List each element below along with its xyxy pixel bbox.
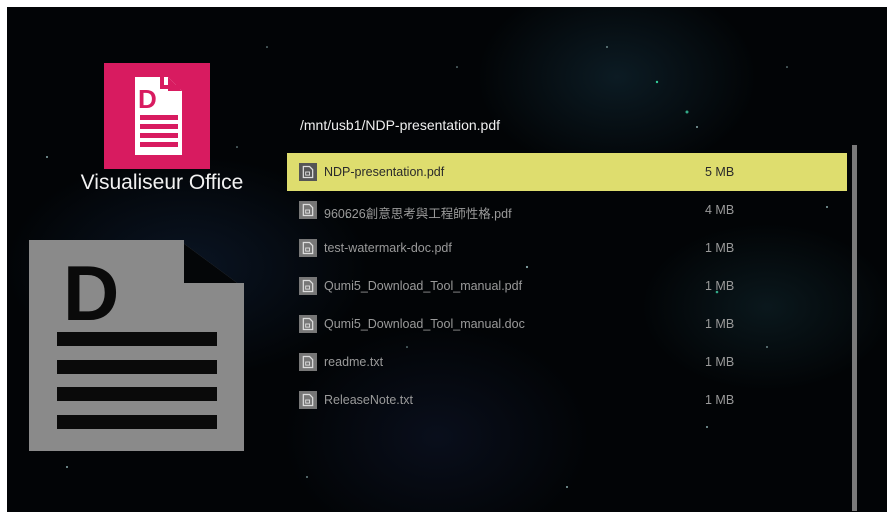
file-row[interactable]: Qumi5_Download_Tool_manual.doc 1 MB xyxy=(287,305,847,343)
file-name: 960626創意思考與工程師性格.pdf xyxy=(324,207,512,221)
file-icon xyxy=(299,353,317,371)
file-icon xyxy=(299,315,317,333)
file-name: test-watermark-doc.pdf xyxy=(324,241,452,255)
file-row[interactable]: ReleaseNote.txt 1 MB xyxy=(287,381,847,419)
media-player-screen: D Visualiseur Office D /mnt/usb1/NDP-pre… xyxy=(7,7,887,512)
app-title: Visualiseur Office xyxy=(80,171,244,194)
file-icon xyxy=(299,277,317,295)
file-icon xyxy=(299,391,317,409)
file-row[interactable]: Qumi5_Download_Tool_manual.pdf 1 MB xyxy=(287,267,847,305)
file-size: 1 MB xyxy=(705,279,735,293)
scrollbar[interactable] xyxy=(852,145,857,511)
file-name: Qumi5_Download_Tool_manual.pdf xyxy=(324,279,523,293)
svg-text:D: D xyxy=(138,84,157,114)
file-size: 5 MB xyxy=(705,165,735,179)
file-row[interactable]: test-watermark-doc.pdf 1 MB xyxy=(287,229,847,267)
file-name: readme.txt xyxy=(324,355,384,369)
file-row[interactable]: readme.txt 1 MB xyxy=(287,343,847,381)
document-preview-icon: D xyxy=(29,240,244,451)
document-d-icon: D xyxy=(135,77,182,155)
file-size: 1 MB xyxy=(705,317,735,331)
file-icon xyxy=(299,239,317,257)
document-d-icon: D xyxy=(29,240,244,451)
file-list: NDP-presentation.pdf 5 MB 960626創意思考與工程師… xyxy=(287,153,847,419)
file-row[interactable]: NDP-presentation.pdf 5 MB xyxy=(287,153,847,191)
file-icon xyxy=(299,163,317,181)
current-path: /mnt/usb1/NDP-presentation.pdf xyxy=(300,117,500,133)
office-viewer-logo: D xyxy=(104,63,210,169)
file-name: ReleaseNote.txt xyxy=(324,393,413,407)
file-name: Qumi5_Download_Tool_manual.doc xyxy=(324,317,525,331)
file-size: 1 MB xyxy=(705,241,735,255)
file-icon xyxy=(299,201,317,219)
file-row[interactable]: 960626創意思考與工程師性格.pdf 4 MB xyxy=(287,191,847,229)
file-size: 4 MB xyxy=(705,203,735,217)
file-size: 1 MB xyxy=(705,393,735,407)
file-size: 1 MB xyxy=(705,355,735,369)
file-name: NDP-presentation.pdf xyxy=(324,165,445,179)
svg-text:D: D xyxy=(63,249,119,337)
